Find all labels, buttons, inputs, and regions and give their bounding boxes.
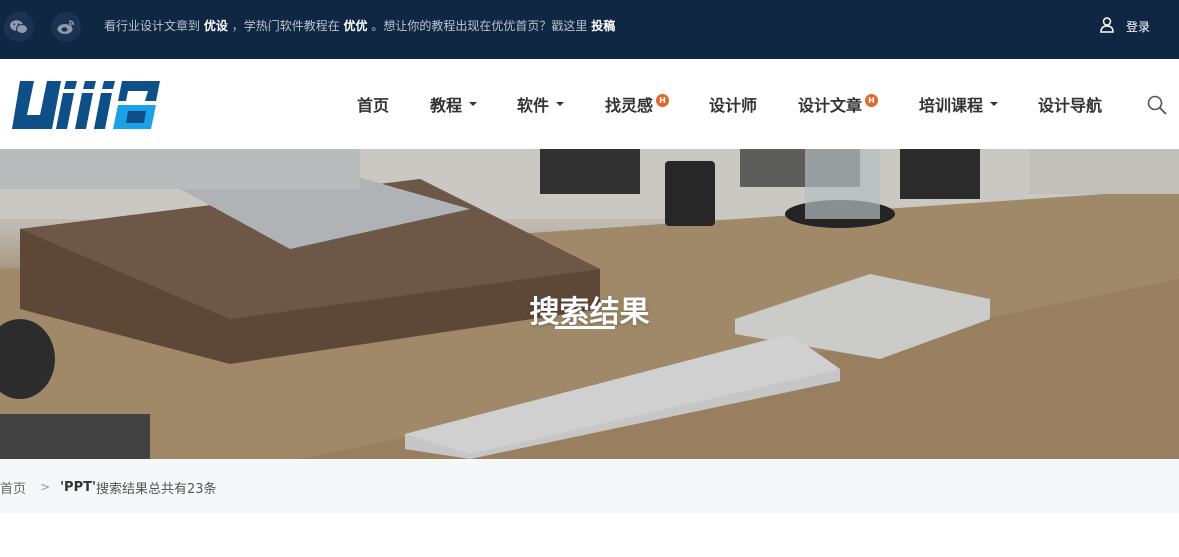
nav-item-home[interactable]: 首页 [357, 93, 389, 115]
title-underline [555, 326, 615, 329]
contribute-link[interactable]: 投稿 [591, 19, 615, 33]
nav-item-design-navigation[interactable]: 设计导航 [1038, 93, 1102, 115]
login-button[interactable]: 登录 [1100, 16, 1150, 36]
nav-label: 设计导航 [1038, 96, 1103, 115]
search-result-count: 搜索结果总共有23条 [95, 481, 217, 497]
breadcrumb-separator: > [40, 480, 51, 494]
notice-prefix: 看行业设计文章到 [104, 19, 201, 33]
caret-down-icon [556, 102, 565, 106]
nav-label: 培训课程 [919, 96, 984, 115]
breadcrumb-bar: 首页 > 'PPT' 搜索结果总共有23条 [0, 459, 1179, 513]
hot-badge: H [656, 93, 670, 107]
hero-banner: 搜索结果 [0, 149, 1179, 459]
nav-item-training-courses[interactable]: 培训课程 [919, 93, 999, 115]
contribute-notice: 看行业设计文章到 优设 ，学热门软件教程在 优优 。想让你的教程出现在优优首页？… [104, 18, 615, 34]
nav-item-tutorials[interactable]: 教程 [430, 93, 478, 115]
wechat-icon[interactable] [4, 12, 34, 42]
breadcrumb-home-link[interactable]: 首页 [0, 478, 26, 497]
nav-label: 软件 [517, 96, 550, 115]
caret-down-icon [990, 102, 999, 106]
notice-brand-uiiiuiii[interactable]: 优优 [344, 19, 368, 33]
notice-middle-2: 。想让你的教程出现在优优首页？戳这里 [371, 19, 588, 33]
search-keyword: 'PPT' [60, 479, 96, 495]
weibo-icon[interactable] [51, 12, 81, 42]
nav-item-inspiration[interactable]: 找灵感 H [605, 93, 670, 115]
search-icon[interactable] [1146, 94, 1168, 116]
nav-label: 找灵感 [605, 96, 654, 115]
main-nav: 首页 教程 软件 找灵感 H 设计师 设计文章 H 培训课程 设计导航 [0, 59, 1179, 149]
nav-item-design-articles[interactable]: 设计文章 H [798, 93, 879, 115]
nav-label: 设计师 [709, 96, 758, 115]
caret-down-icon [469, 102, 478, 106]
user-icon [1100, 16, 1114, 36]
notice-brand-uisdc[interactable]: 优设 [204, 19, 228, 33]
nav-label: 首页 [357, 96, 390, 115]
site-header: 首页 教程 软件 找灵感 H 设计师 设计文章 H 培训课程 设计导航 [0, 59, 1179, 149]
breadcrumb: 首页 > 'PPT' 搜索结果总共有23条 [0, 478, 217, 497]
hot-badge: H [865, 93, 879, 107]
notice-middle-1: ，学热门软件教程在 [231, 19, 340, 33]
page-title: 搜索结果 [529, 295, 650, 330]
nav-item-software[interactable]: 软件 [517, 93, 565, 115]
nav-item-designers[interactable]: 设计师 [709, 93, 757, 115]
nav-label: 设计文章 [798, 96, 863, 115]
top-bar: 看行业设计文章到 优设 ，学热门软件教程在 优优 。想让你的教程出现在优优首页？… [0, 0, 1179, 59]
login-label: 登录 [1126, 19, 1151, 34]
nav-label: 教程 [430, 96, 463, 115]
